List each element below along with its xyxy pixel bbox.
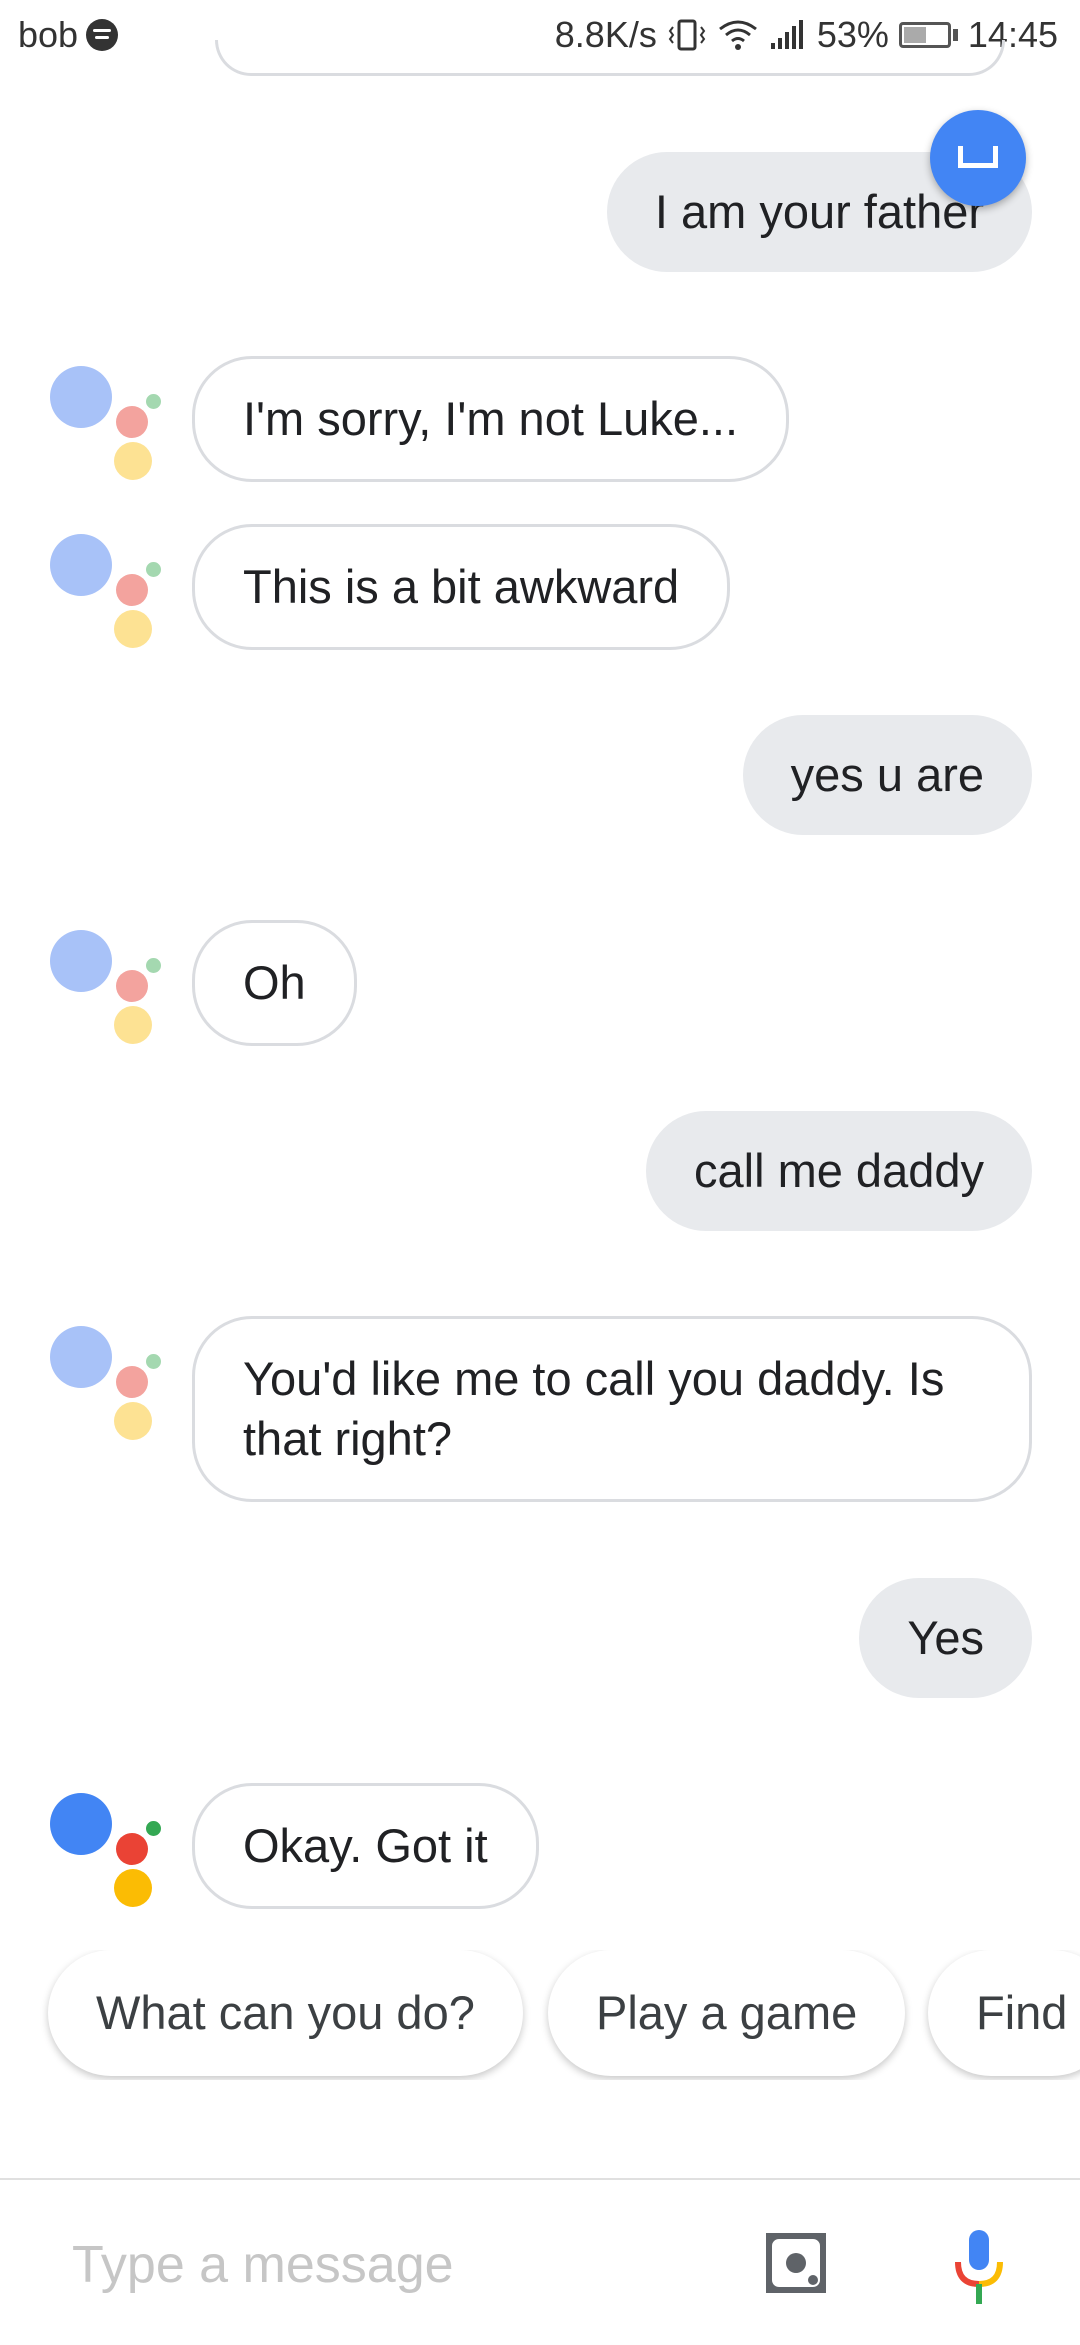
keyboard-tray-button[interactable] [930, 110, 1026, 206]
message-text: Okay. Got it [243, 1819, 488, 1872]
chip-label: Play a game [596, 1986, 858, 2039]
assistant-message[interactable]: You'd like me to call you daddy. Is that… [192, 1316, 1032, 1502]
message-text: Oh [243, 956, 306, 1009]
message-input[interactable] [72, 2230, 692, 2300]
assistant-logo-icon [50, 534, 162, 648]
previous-message-edge [215, 40, 1005, 76]
suggestion-chip[interactable]: Find [928, 1950, 1080, 2076]
assistant-logo-icon [50, 930, 162, 1044]
assistant-message[interactable]: This is a bit awkward [192, 524, 731, 650]
chat-thread[interactable]: I am your father I'm sorry, I'm not Luke… [0, 0, 1080, 2180]
suggestion-chips[interactable]: What can you do? Play a game Find [0, 1950, 1080, 2080]
message-input-bar [0, 2178, 1080, 2345]
assistant-message[interactable]: Oh [192, 920, 357, 1046]
assistant-logo-icon [50, 1326, 162, 1440]
mic-icon[interactable] [950, 2228, 1008, 2308]
assistant-message[interactable]: I'm sorry, I'm not Luke... [192, 356, 790, 482]
chip-label: Find [976, 1986, 1068, 2039]
message-text: yes u are [790, 748, 984, 801]
assistant-logo-icon [50, 366, 162, 480]
message-text: You'd like me to call you daddy. Is that… [243, 1352, 945, 1465]
suggestion-chip[interactable]: Play a game [548, 1950, 906, 2076]
assistant-logo-icon [50, 1793, 162, 1907]
user-message[interactable]: Yes [859, 1578, 1032, 1698]
assistant-message[interactable]: Okay. Got it [192, 1783, 539, 1909]
message-text: I'm sorry, I'm not Luke... [243, 392, 739, 445]
suggestion-chip[interactable]: What can you do? [48, 1950, 523, 2076]
message-text: This is a bit awkward [243, 560, 680, 613]
lens-icon[interactable] [765, 2232, 827, 2294]
message-text: call me daddy [694, 1144, 984, 1197]
user-message[interactable]: call me daddy [646, 1111, 1032, 1231]
message-text: Yes [907, 1611, 984, 1664]
chip-label: What can you do? [96, 1986, 475, 2039]
user-message[interactable]: yes u are [742, 715, 1032, 835]
message-text: I am your father [654, 185, 984, 238]
keyboard-tray-icon [958, 146, 998, 168]
